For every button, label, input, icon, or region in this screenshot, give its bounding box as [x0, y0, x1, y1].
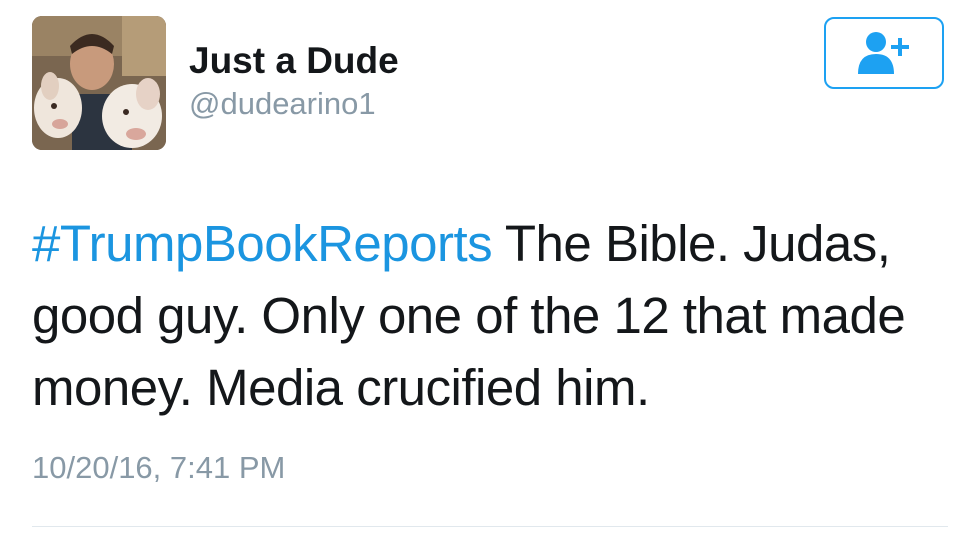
avatar[interactable] [32, 16, 166, 150]
add-user-icon [852, 30, 916, 76]
divider [32, 526, 948, 527]
user-handle[interactable]: @dudearino1 [189, 84, 376, 124]
tweet-text: #TrumpBookReports The Bible. Judas, good… [32, 208, 952, 424]
display-name[interactable]: Just a Dude [189, 40, 399, 82]
avatar-photo [32, 16, 166, 150]
tweet-timestamp[interactable]: 10/20/16, 7:41 PM [32, 448, 285, 488]
tweet-card: Just a Dude @dudearino1 #TrumpBookReport… [0, 0, 980, 553]
follow-button[interactable] [824, 17, 944, 89]
hashtag-link[interactable]: #TrumpBookReports [32, 215, 493, 272]
